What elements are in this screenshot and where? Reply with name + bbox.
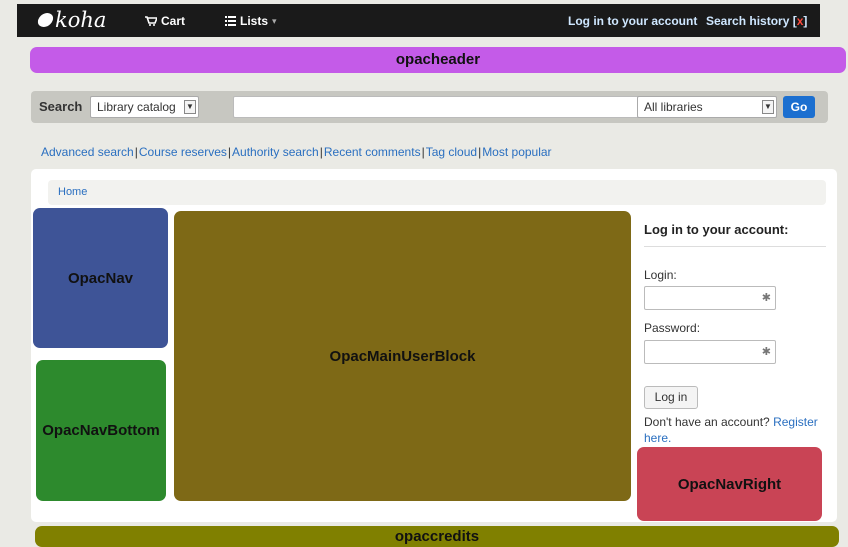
cart-label: Cart [161, 14, 186, 28]
login-button[interactable]: Log in [644, 386, 698, 409]
login-link[interactable]: Log in to your account [568, 14, 697, 28]
register-text: Don't have an account? Register here. [644, 414, 834, 446]
opaccredits-block: opaccredits [35, 526, 839, 547]
cart-icon [145, 16, 157, 26]
opacheader-block: opacheader [30, 47, 846, 73]
key-icon: ✱ [761, 292, 771, 304]
key-icon: ✱ [761, 346, 771, 358]
tag-cloud-link[interactable]: Tag cloud [426, 145, 477, 159]
no-account-text: Don't have an account? [644, 415, 770, 429]
search-scope-value: Library catalog [97, 100, 176, 114]
course-reserves-link[interactable]: Course reserves [139, 145, 227, 159]
password-field[interactable]: ✱ [644, 340, 776, 364]
login-label: Login: [644, 268, 677, 282]
advanced-search-link[interactable]: Advanced search [41, 145, 134, 159]
search-bar: Search Library catalog ▼ All libraries ▼… [31, 91, 828, 123]
search-scope-select[interactable]: Library catalog ▼ [90, 96, 199, 118]
library-select[interactable]: All libraries ▼ [637, 96, 777, 118]
breadcrumb: Home [48, 180, 826, 205]
opacmainuserblock-block: OpacMainUserBlock [174, 211, 631, 501]
login-panel-title: Log in to your account: [644, 222, 789, 237]
search-history-link[interactable]: Search history [x] [706, 14, 807, 28]
search-history-label: Search history [706, 14, 790, 28]
list-icon [225, 16, 236, 26]
select-arrow-icon: ▼ [762, 100, 774, 114]
search-label: Search [39, 99, 83, 114]
chevron-down-icon: ▾ [272, 15, 277, 26]
most-popular-link[interactable]: Most popular [482, 145, 551, 159]
library-select-value: All libraries [644, 100, 703, 114]
lists-label: Lists [240, 14, 269, 28]
recent-comments-link[interactable]: Recent comments [324, 145, 421, 159]
opacnavbottom-block: OpacNavBottom [36, 360, 166, 501]
logo-text: koha [55, 8, 107, 32]
divider [644, 246, 826, 247]
go-button[interactable]: Go [783, 96, 815, 118]
search-links: Advanced search|Course reserves|Authorit… [41, 145, 552, 159]
opacnav-block: OpacNav [33, 208, 168, 348]
select-arrow-icon: ▼ [184, 100, 196, 114]
top-navbar: koha Cart Lists ▾ Log in to your account… [17, 4, 820, 37]
koha-logo[interactable]: koha [35, 8, 107, 32]
koha-leaf-icon [35, 9, 56, 31]
opacnavright-block: OpacNavRight [637, 447, 822, 521]
lists-menu[interactable]: Lists ▾ [225, 14, 277, 28]
login-field[interactable]: ✱ [644, 286, 776, 310]
password-label: Password: [644, 321, 701, 335]
cart-button[interactable]: Cart [145, 14, 185, 28]
bracket-close: ] [803, 14, 808, 28]
breadcrumb-home-link[interactable]: Home [58, 186, 87, 198]
authority-search-link[interactable]: Authority search [232, 145, 319, 159]
search-input[interactable] [233, 96, 663, 118]
